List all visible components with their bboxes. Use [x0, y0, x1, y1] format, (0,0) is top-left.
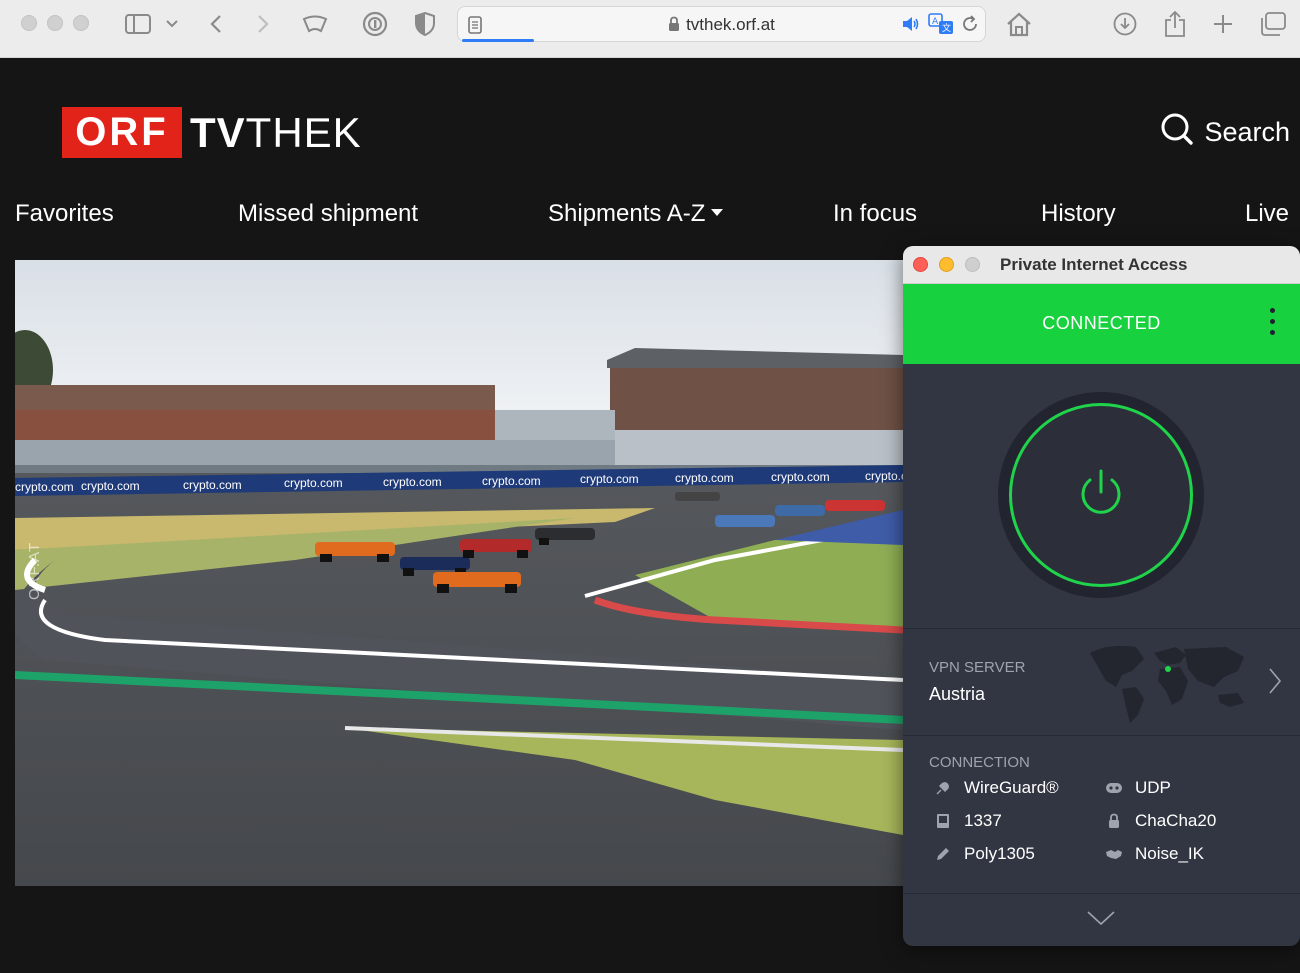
nav-live[interactable]: Live — [1245, 200, 1289, 228]
tab-group-chevron-icon[interactable] — [163, 10, 181, 38]
plug-icon — [934, 779, 952, 797]
connection-panel: CONNECTION WireGuard® UDP 1337 ChaCha20 … — [903, 736, 1300, 894]
address-bar[interactable]: tvthek.orf.at A文 — [457, 6, 986, 42]
tab-overview-icon[interactable] — [1258, 10, 1288, 38]
ad-board-text: crypto.com — [482, 474, 541, 488]
connection-status: CONNECTED — [1042, 313, 1161, 333]
ad-board-text: crypto.com — [81, 479, 140, 493]
ad-board-text: crypto.com — [771, 470, 830, 484]
search-icon — [1160, 112, 1194, 153]
pia-title: Private Internet Access — [1000, 255, 1188, 274]
connection-port-value: 1337 — [964, 811, 1002, 830]
video-watermark: ORF.AT — [26, 541, 43, 600]
pia-minimize-button[interactable] — [939, 257, 954, 272]
connection-encryption: ChaCha20 — [1105, 811, 1216, 831]
video-frame: crypto.com crypto.com crypto.com crypto.… — [15, 260, 903, 886]
nav-missed-shipment[interactable]: Missed shipment — [238, 200, 418, 228]
logo-thek-text: THEK — [245, 109, 362, 156]
connection-transport: UDP — [1105, 778, 1171, 798]
browser-toolbar: tvthek.orf.at A文 — [0, 0, 1300, 58]
power-area — [903, 364, 1300, 629]
home-icon[interactable] — [1003, 10, 1035, 38]
window-zoom-button[interactable] — [73, 15, 89, 31]
reload-icon[interactable] — [961, 15, 979, 37]
audio-playing-icon[interactable] — [902, 16, 920, 36]
nav-shipments-a-z-label: Shipments A-Z — [548, 200, 706, 227]
downloads-icon[interactable] — [1111, 10, 1139, 38]
connection-label: CONNECTION — [929, 754, 1030, 771]
search-button[interactable]: Search — [1160, 112, 1290, 153]
nav-shipments-a-z[interactable]: Shipments A-Z — [548, 200, 724, 228]
nav-in-focus[interactable]: In focus — [833, 200, 917, 228]
connection-protocol-value: WireGuard® — [964, 778, 1059, 797]
connection-status-bar: CONNECTED — [903, 284, 1300, 364]
connection-protocol: WireGuard® — [934, 778, 1059, 798]
window-close-button[interactable] — [21, 15, 37, 31]
gamepad-icon — [1105, 779, 1123, 797]
forward-icon[interactable] — [252, 10, 274, 38]
connection-handshake: Noise_IK — [1105, 844, 1204, 864]
password-manager-icon[interactable] — [361, 10, 389, 38]
pia-zoom-button[interactable] — [965, 257, 980, 272]
new-tab-icon[interactable] — [1209, 10, 1237, 38]
connection-port: 1337 — [934, 811, 1002, 831]
lock-icon — [1105, 812, 1123, 830]
pia-titlebar: Private Internet Access — [903, 246, 1300, 284]
video-player[interactable]: crypto.com crypto.com crypto.com crypto.… — [15, 260, 903, 886]
ad-board-text: crypto.com — [865, 469, 903, 483]
ad-board-text: crypto.com — [183, 478, 242, 492]
nav-history[interactable]: History — [1041, 200, 1116, 228]
expand-chevron-icon[interactable] — [1086, 910, 1116, 930]
vpn-server-label: VPN SERVER — [929, 659, 1026, 676]
search-label: Search — [1204, 117, 1290, 147]
caret-down-icon — [711, 209, 724, 217]
handshake-icon — [1105, 845, 1123, 863]
window-minimize-button[interactable] — [47, 15, 63, 31]
extension-icon[interactable] — [300, 10, 330, 38]
share-icon[interactable] — [1161, 10, 1189, 38]
translate-icon[interactable]: A文 — [928, 13, 954, 39]
more-options-icon[interactable] — [1270, 308, 1276, 335]
power-icon — [1075, 468, 1127, 524]
ad-board-text: crypto.com — [15, 480, 74, 494]
connection-auth-value: Poly1305 — [964, 844, 1035, 863]
svg-text:A: A — [932, 17, 939, 27]
shield-icon[interactable] — [412, 10, 438, 38]
connection-transport-value: UDP — [1135, 778, 1171, 797]
pen-icon — [934, 845, 952, 863]
tvthek-logo[interactable]: TVTHEK — [190, 108, 362, 158]
vpn-server-name: Austria — [929, 684, 986, 704]
ad-board-text: crypto.com — [675, 471, 734, 485]
ad-board-text: crypto.com — [284, 476, 343, 490]
sidebar-toggle-icon[interactable] — [123, 10, 153, 38]
vpn-server-selector[interactable]: VPN SERVER Austria — [903, 629, 1300, 736]
pia-close-button[interactable] — [913, 257, 928, 272]
back-icon[interactable] — [205, 10, 227, 38]
page-load-progress — [462, 39, 534, 42]
monitor-icon — [934, 812, 952, 830]
ad-board-text: crypto.com — [580, 472, 639, 486]
lock-icon — [668, 16, 680, 37]
pia-window: Private Internet Access CONNECTED VPN SE… — [903, 246, 1300, 946]
orf-logo[interactable]: ORF — [62, 107, 182, 158]
chevron-right-icon[interactable] — [1268, 667, 1282, 699]
connection-encryption-value: ChaCha20 — [1135, 811, 1217, 830]
connection-auth: Poly1305 — [934, 844, 1035, 864]
logo-tv-text: TV — [190, 109, 246, 156]
svg-text:文: 文 — [942, 22, 951, 34]
ad-board-text: crypto.com — [383, 475, 442, 489]
nav-favorites[interactable]: Favorites — [15, 200, 114, 228]
connection-handshake-value: Noise_IK — [1135, 844, 1204, 863]
world-map-icon — [1088, 641, 1248, 729]
